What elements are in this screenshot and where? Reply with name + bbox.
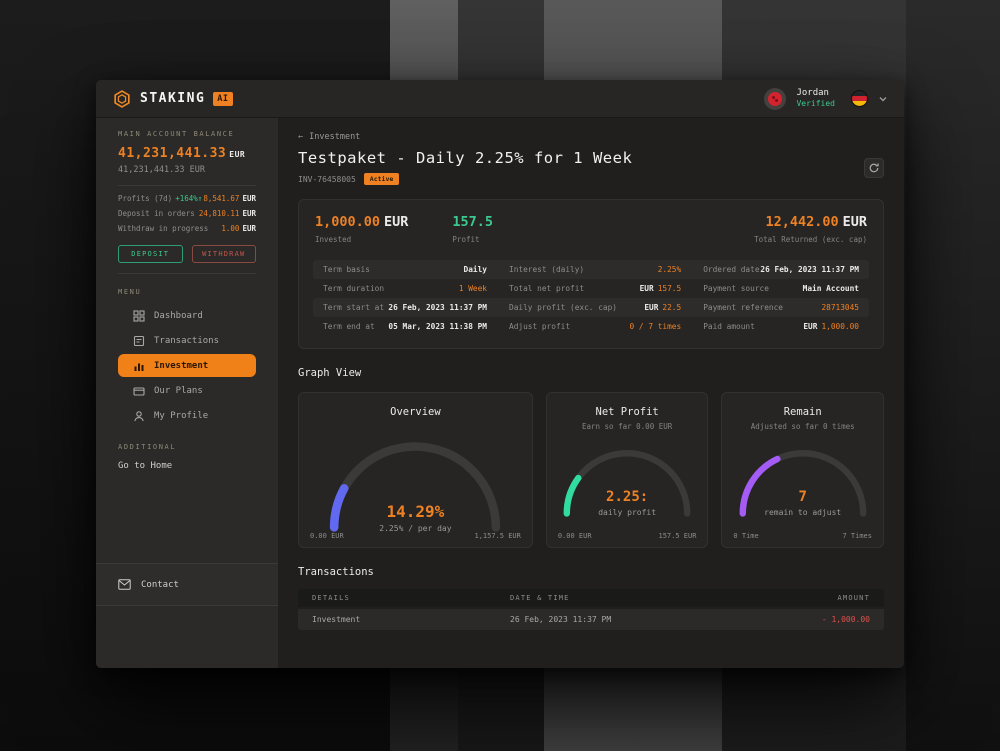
- table-row: Term basisDaily Interest (daily)2.25% Or…: [313, 260, 869, 279]
- profit-block: 157.5 Profit: [452, 214, 493, 244]
- profit-delta: +164%↑: [175, 194, 202, 203]
- contact-link[interactable]: Contact: [96, 564, 278, 605]
- chevron-down-icon[interactable]: [878, 94, 888, 104]
- sidebar-item-label: Transactions: [154, 336, 219, 346]
- sidebar-item-our-plans[interactable]: Our Plans: [118, 379, 256, 402]
- secondary-balance: 41,231,441.33 EUR: [96, 165, 278, 175]
- plans-icon: [133, 385, 145, 397]
- transactions-icon: [133, 335, 145, 347]
- gauge-value: 14.29%: [299, 502, 532, 521]
- sidebar-item-transactions[interactable]: Transactions: [118, 329, 256, 352]
- transactions-header-row: DETAILS DATE & TIME AMOUNT: [298, 589, 884, 607]
- investment-summary-card: 1,000.00EUR Invested 157.5 Profit 12,442…: [298, 199, 884, 349]
- sidebar: MAIN ACCOUNT BALANCE 41,231,441.33EUR 41…: [96, 118, 278, 668]
- sidebar-item-label: Dashboard: [154, 311, 203, 321]
- graph-view-heading: Graph View: [298, 367, 884, 379]
- balance-label: MAIN ACCOUNT BALANCE: [96, 130, 278, 138]
- language-flag-germany[interactable]: [851, 90, 868, 107]
- transaction-amount: - 1,000.00: [822, 615, 870, 624]
- gauge-cards: Overview 14.29% 2.25% / per day 0.00 EUR: [298, 392, 884, 548]
- sidebar-item-label: Investment: [154, 361, 208, 371]
- gauge-card-remain: Remain Adjusted so far 0 times 7 remain …: [721, 392, 884, 548]
- app-window: STAKING AI Jordan Verified MAIN ACCOUNT …: [96, 80, 904, 668]
- contact-section: Contact: [96, 563, 278, 606]
- withdraw-button[interactable]: WITHDRAW: [192, 245, 257, 263]
- envelope-icon: [118, 579, 131, 590]
- sidebar-item-label: My Profile: [154, 411, 208, 421]
- main-balance: 41,231,441.33EUR: [96, 146, 278, 161]
- user-name: Jordan: [796, 87, 835, 99]
- brand-logo[interactable]: STAKING AI: [112, 89, 233, 109]
- invoice-reference: INV-76458005: [298, 175, 356, 184]
- withdraw-in-progress-row: Withdraw in progress 1.00EUR: [118, 224, 256, 233]
- gauge-max: 157.5 EUR: [658, 532, 696, 540]
- avatar-image: [768, 92, 782, 106]
- breadcrumb[interactable]: ← Investment: [298, 132, 884, 142]
- sidebar-item-dashboard[interactable]: Dashboard: [118, 304, 256, 327]
- sidebar-item-label: Our Plans: [154, 386, 203, 396]
- user-menu[interactable]: Jordan Verified: [796, 87, 835, 110]
- investment-details-table: Term basisDaily Interest (daily)2.25% Or…: [313, 260, 869, 336]
- divider: [118, 185, 256, 186]
- gauge-min: 0.00 EUR: [558, 532, 592, 540]
- top-bar: STAKING AI Jordan Verified: [96, 80, 904, 118]
- table-row: Term end at05 Mar, 2023 11:38 PM Adjust …: [313, 317, 869, 336]
- profits-7d-row: Profits (7d) +164%↑ 8,541.67EUR: [118, 194, 256, 203]
- investment-icon: [133, 360, 145, 372]
- transactions-table: DETAILS DATE & TIME AMOUNT Investment 26…: [298, 589, 884, 630]
- ai-badge: AI: [213, 92, 232, 106]
- main-content: ← Investment Testpaket - Daily 2.25% for…: [278, 118, 904, 668]
- back-arrow-icon[interactable]: ←: [298, 132, 303, 142]
- gauge-card-overview: Overview 14.29% 2.25% / per day 0.00 EUR: [298, 392, 533, 548]
- go-to-home-link[interactable]: Go to Home: [96, 461, 278, 471]
- gauge-max: 7 Times: [842, 532, 872, 540]
- page-title: Testpaket - Daily 2.25% for 1 Week: [298, 149, 884, 167]
- transaction-row: Investment 26 Feb, 2023 11:37 PM - 1,000…: [298, 609, 884, 630]
- table-row: Term duration1 Week Total net profitEUR1…: [313, 279, 869, 298]
- refresh-icon: [868, 162, 880, 174]
- gauge-value: 2.25:: [547, 489, 708, 505]
- transaction-details: Investment: [312, 615, 510, 624]
- backdrop-panel: [906, 0, 1000, 751]
- profile-icon: [133, 410, 145, 422]
- verified-badge: Verified: [796, 99, 835, 110]
- additional-label: ADDITIONAL: [96, 443, 278, 451]
- invested-block: 1,000.00EUR Invested: [315, 214, 408, 244]
- avatar[interactable]: [764, 88, 786, 110]
- deposit-in-orders-row: Deposit in orders 24,810.11EUR: [118, 209, 256, 218]
- gauge-card-net-profit: Net Profit Earn so far 0.00 EUR 2.25: da…: [546, 392, 709, 548]
- gauge-value: 7: [722, 489, 883, 505]
- gauge-min: 0 Time: [733, 532, 758, 540]
- total-returned-block: 12,442.00EUR Total Returned (exc. cap): [754, 214, 867, 244]
- status-badge: Active: [364, 173, 399, 185]
- deposit-button[interactable]: DEPOSIT: [118, 245, 183, 263]
- divider: [118, 273, 256, 274]
- brand-name: STAKING: [140, 91, 205, 106]
- refresh-button[interactable]: [864, 158, 884, 178]
- sidebar-item-my-profile[interactable]: My Profile: [118, 404, 256, 427]
- gauge-min: 0.00 EUR: [310, 532, 344, 540]
- hexagon-logo-icon: [112, 89, 132, 109]
- sidebar-item-investment[interactable]: Investment: [118, 354, 256, 377]
- table-row: Term start at26 Feb, 2023 11:37 PM Daily…: [313, 298, 869, 317]
- gauge-max: 1,157.5 EUR: [474, 532, 520, 540]
- transactions-heading: Transactions: [298, 566, 884, 578]
- dashboard-icon: [133, 310, 145, 322]
- transaction-datetime: 26 Feb, 2023 11:37 PM: [510, 615, 822, 624]
- menu-label: MENU: [96, 288, 278, 296]
